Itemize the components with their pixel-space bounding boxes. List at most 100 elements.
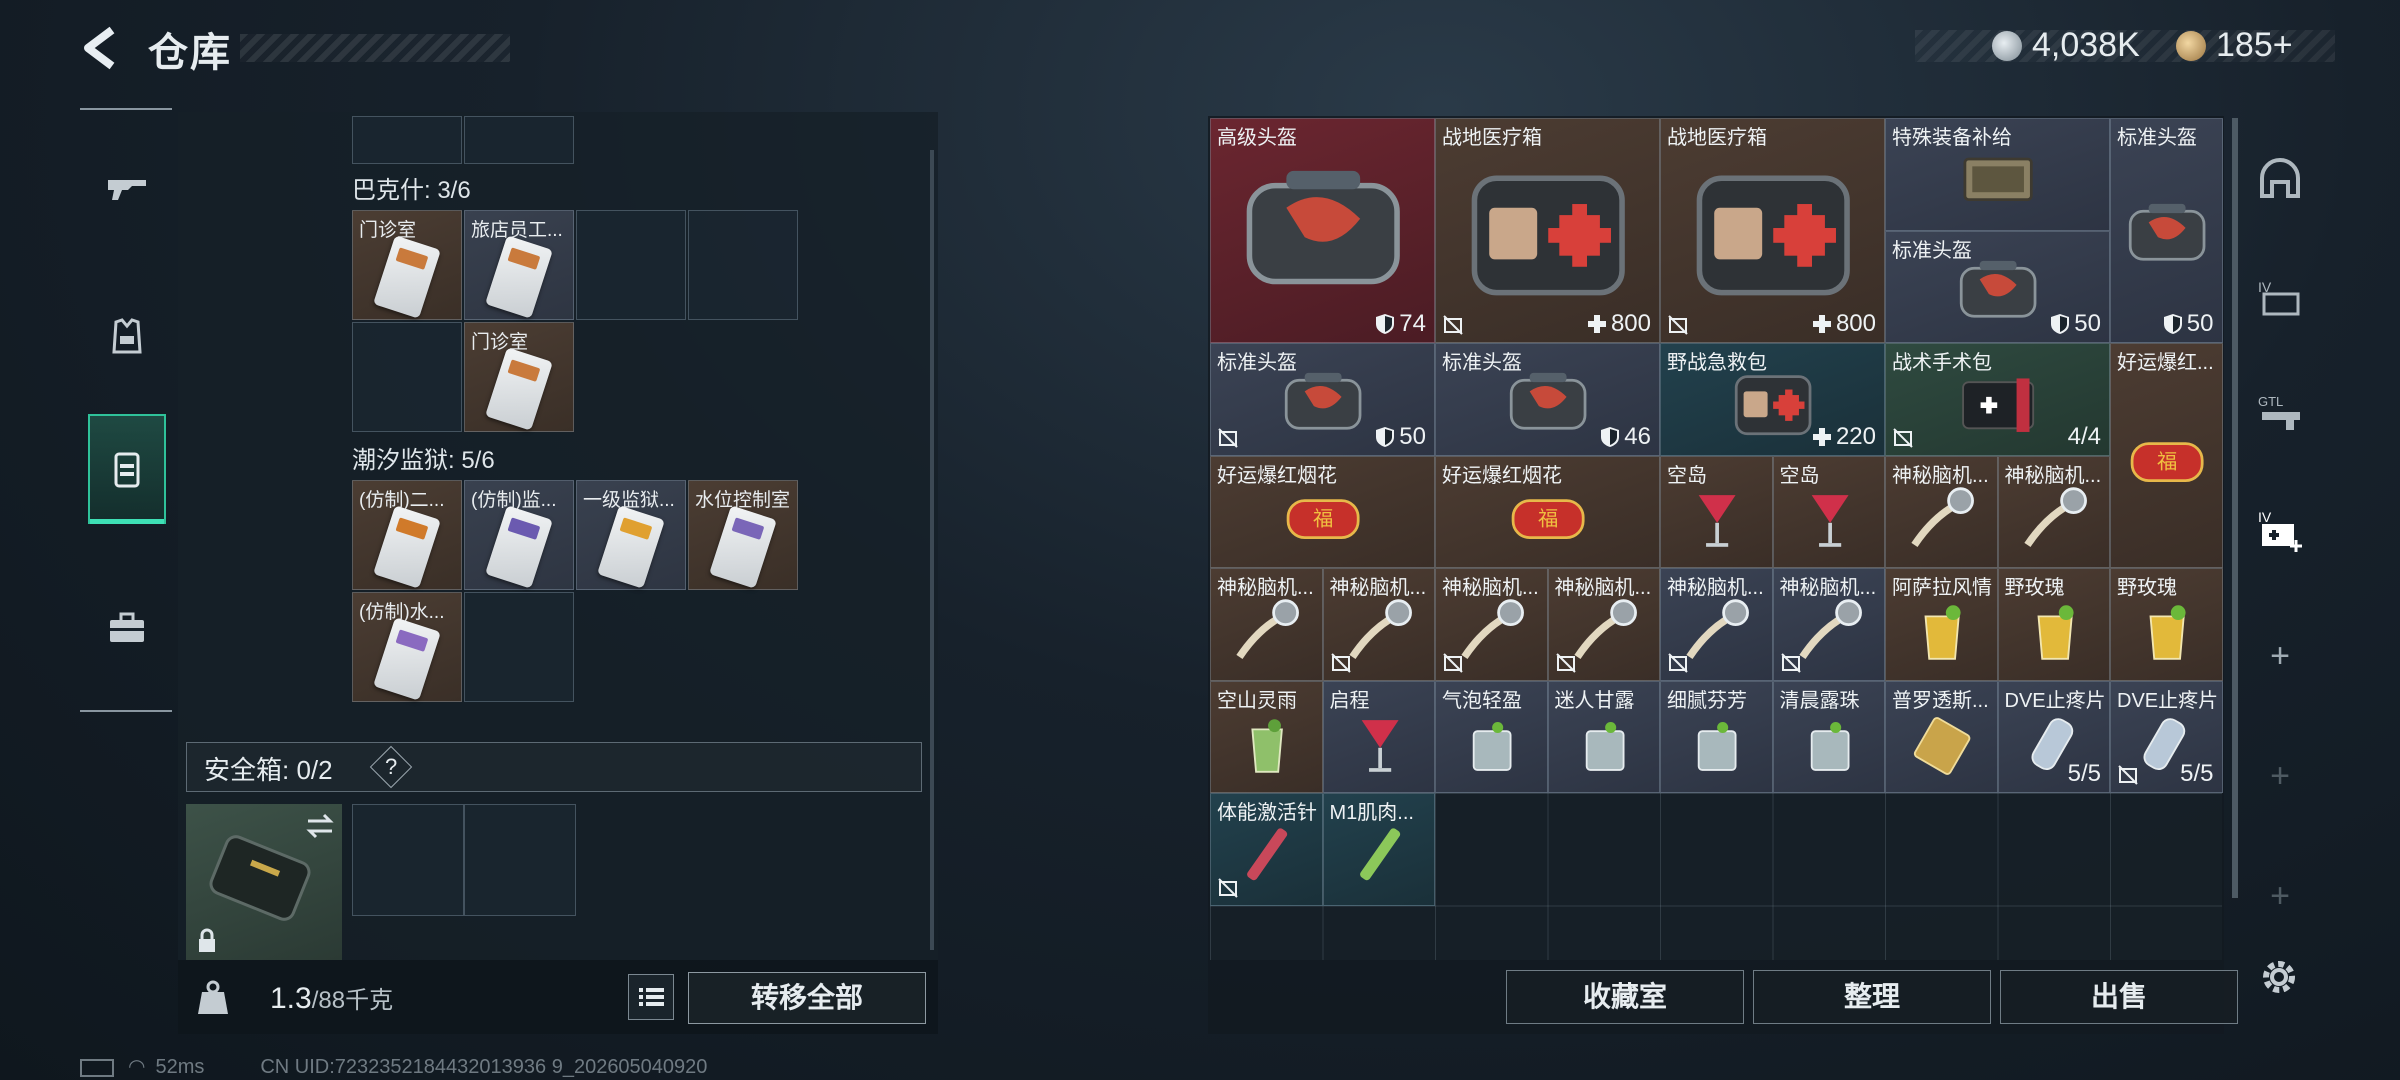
back-arrow-icon[interactable] bbox=[78, 24, 122, 72]
empty-slot[interactable] bbox=[352, 322, 462, 432]
stash-item[interactable]: 空山灵雨 bbox=[1210, 680, 1323, 793]
stash-item[interactable]: 气泡轻盈 bbox=[1435, 680, 1548, 793]
add-stash-tab[interactable]: + bbox=[2240, 616, 2320, 696]
nav-tab-keycard[interactable] bbox=[88, 414, 166, 524]
keycard-slot[interactable]: 门诊室 bbox=[352, 210, 462, 320]
item-value-text: 74 bbox=[1399, 310, 1426, 337]
stash-item[interactable]: 清晨露珠 bbox=[1772, 680, 1885, 793]
swap-icon[interactable] bbox=[304, 812, 336, 840]
silver-coin-icon bbox=[1992, 31, 2022, 61]
item-name: 清晨露珠 bbox=[1779, 689, 1860, 712]
item-name: 战术手术包 bbox=[1892, 352, 1992, 374]
item-value-text: 800 bbox=[1835, 310, 1876, 337]
item-name: 神秘脑机... bbox=[2004, 464, 2102, 487]
stash-item[interactable]: 空岛 bbox=[1660, 455, 1773, 568]
stash-item[interactable]: 战地医疗箱 800 bbox=[1660, 118, 1885, 343]
empty-slot[interactable] bbox=[352, 116, 462, 164]
stash-item[interactable]: 特殊装备补给 bbox=[1885, 118, 2110, 231]
empty-slot[interactable] bbox=[576, 210, 686, 320]
stash-item[interactable]: 神秘脑机... bbox=[1885, 455, 1998, 568]
stash-item[interactable]: 标准头盔 50 bbox=[2110, 118, 2223, 343]
safe-box-item[interactable] bbox=[186, 804, 342, 960]
stash-item[interactable]: 阿萨拉风情 bbox=[1885, 568, 1998, 681]
no-bind-icon bbox=[1668, 315, 1688, 335]
item-value: 220 bbox=[1812, 423, 1876, 451]
stash-item[interactable]: M1肌肉... bbox=[1322, 793, 1435, 906]
keycard-slot[interactable]: 旅店员工... bbox=[464, 210, 574, 320]
stash-item[interactable]: 野玫瑰 bbox=[1997, 568, 2110, 681]
stash-item[interactable]: 福 好运爆红烟花 bbox=[1435, 455, 1660, 568]
stash-scrollbar[interactable] bbox=[2232, 118, 2238, 898]
stash-item[interactable]: 体能激活针 bbox=[1210, 793, 1323, 906]
item-name: 旅店员工... bbox=[471, 220, 563, 241]
safe-slot[interactable] bbox=[464, 804, 576, 916]
item-art-icon bbox=[1471, 175, 1626, 296]
stash-tab-4[interactable]: IV bbox=[2240, 256, 2320, 336]
empty-slot[interactable] bbox=[464, 116, 574, 164]
shield-icon bbox=[1376, 426, 1395, 447]
item-name: 神秘脑机... bbox=[1329, 577, 1427, 599]
empty-slot[interactable] bbox=[688, 210, 798, 320]
stash-item[interactable]: 标准头盔 50 bbox=[1210, 343, 1435, 456]
transfer-all-button[interactable]: 转移全部 bbox=[688, 972, 926, 1024]
safe-slot[interactable] bbox=[352, 804, 464, 916]
stash-item[interactable]: 神秘脑机... bbox=[1547, 568, 1660, 681]
no-bind-icon bbox=[1555, 652, 1576, 673]
gear-icon[interactable] bbox=[2256, 954, 2302, 1000]
stash-item[interactable]: 神秘脑机... bbox=[1435, 568, 1548, 681]
gold-amount[interactable]: 185+ bbox=[2216, 26, 2293, 65]
stash-item[interactable]: 福 好运爆红烟花 bbox=[1210, 455, 1435, 568]
keycard-slot[interactable]: 水位控制室 bbox=[688, 480, 798, 590]
collection-room-button[interactable]: 收藏室 bbox=[1506, 970, 1744, 1024]
nav-tab-case[interactable] bbox=[88, 574, 166, 684]
stash-item[interactable]: 野玫瑰 bbox=[2110, 568, 2223, 681]
stash-item[interactable]: DVE止疼片 5/5 bbox=[2110, 680, 2223, 793]
stash-item[interactable]: 启程 bbox=[1322, 680, 1435, 793]
stash-item[interactable]: 标准头盔 50 bbox=[1885, 230, 2110, 343]
list-view-button[interactable] bbox=[628, 974, 674, 1020]
stash-item[interactable]: 神秘脑机... bbox=[1660, 568, 1773, 681]
keycard-slot[interactable]: (仿制)监... bbox=[464, 480, 574, 590]
item-value-text: 46 bbox=[1624, 422, 1651, 450]
shield-icon bbox=[2163, 314, 2182, 334]
stash-item[interactable]: 战术手术包 4/4 bbox=[1885, 343, 2110, 456]
stash-item[interactable]: 神秘脑机... bbox=[1322, 568, 1435, 681]
stash-item[interactable]: 野战急救包 220 bbox=[1660, 343, 1885, 456]
stash-item[interactable]: 迷人甘露 bbox=[1547, 680, 1660, 793]
keycard-slot[interactable]: 门诊室 bbox=[464, 322, 574, 432]
stash-tab-main[interactable] bbox=[2240, 140, 2320, 220]
nav-tab-armor[interactable] bbox=[88, 282, 166, 392]
stash-item[interactable]: 战地医疗箱 800 bbox=[1435, 118, 1660, 343]
stash-item[interactable]: 福 好运爆红... bbox=[2110, 343, 2223, 568]
warehouse-scrollbar[interactable] bbox=[930, 150, 934, 950]
group-label-bakesh: 巴克什: 3/6 bbox=[352, 177, 471, 204]
stash-item[interactable]: 空岛 bbox=[1772, 455, 1885, 568]
item-art-icon: 福 bbox=[2130, 442, 2204, 483]
item-name: 野玫瑰 bbox=[2004, 577, 2065, 599]
stash-item[interactable]: 神秘脑机... bbox=[1210, 568, 1323, 681]
stash-item[interactable]: 细腻芬芳 bbox=[1660, 680, 1773, 793]
item-name: M1肌肉... bbox=[1329, 802, 1414, 824]
sort-button[interactable]: 整理 bbox=[1753, 970, 1991, 1024]
stash-item[interactable]: DVE止疼片 5/5 bbox=[1997, 680, 2110, 793]
keycard-slot[interactable]: (仿制)二... bbox=[352, 480, 462, 590]
stash-tab-gtl[interactable]: GTL bbox=[2240, 372, 2320, 452]
sell-button[interactable]: 出售 bbox=[2000, 970, 2238, 1024]
stash-folder-icon: IV bbox=[2258, 279, 2300, 316]
stash-item[interactable]: 高级头盔 74 bbox=[1210, 118, 1435, 343]
keycard-slot[interactable]: 一级监狱... bbox=[576, 480, 686, 590]
stash-tab-medical[interactable]: IV bbox=[2240, 490, 2320, 570]
empty-slot[interactable] bbox=[464, 592, 574, 702]
stash-item[interactable]: 神秘脑机... bbox=[1997, 455, 2110, 568]
svg-text:福: 福 bbox=[2157, 450, 2177, 474]
stash-item[interactable]: 标准头盔 46 bbox=[1435, 343, 1660, 456]
item-value-text: 5/5 bbox=[2067, 760, 2101, 787]
item-value-text: 50 bbox=[1399, 422, 1426, 450]
item-name: 空山灵雨 bbox=[1217, 689, 1297, 712]
stash-item[interactable]: 普罗透斯... bbox=[1885, 680, 1998, 793]
stash-item[interactable]: 神秘脑机... bbox=[1772, 568, 1885, 681]
svg-text:GTL: GTL bbox=[2258, 394, 2283, 409]
wifi-icon: ◠ bbox=[128, 1056, 146, 1078]
keycard-slot[interactable]: (仿制)水... bbox=[352, 592, 462, 702]
nav-tab-gun[interactable] bbox=[88, 134, 166, 244]
